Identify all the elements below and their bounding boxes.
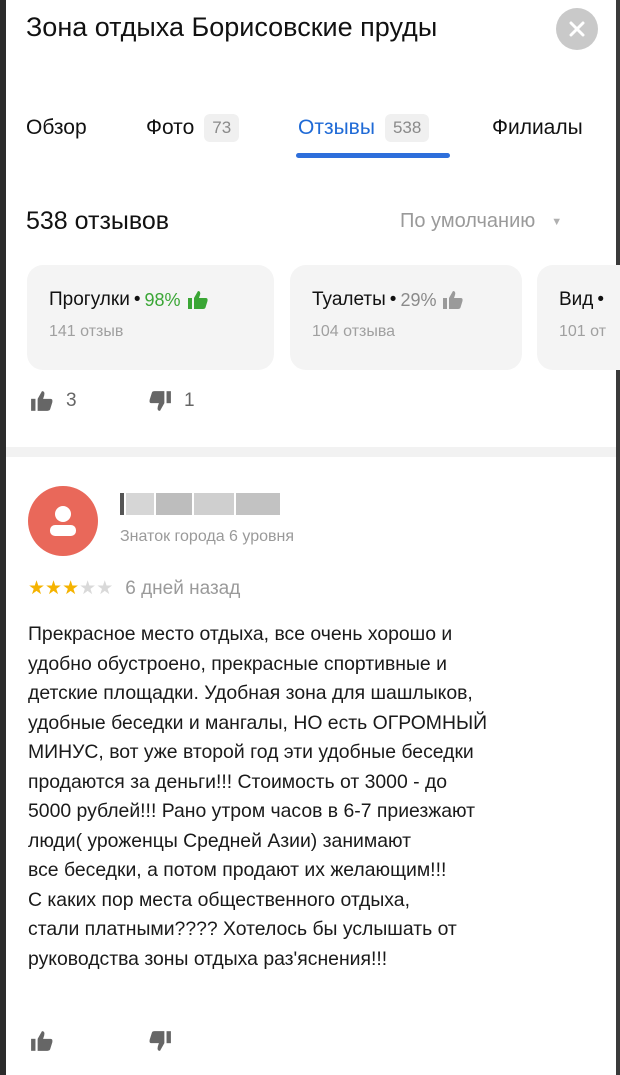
user-icon (50, 506, 76, 536)
dislike-button[interactable]: 1 (148, 390, 195, 412)
review-text-line: продаются за деньги!!! Стоимость от 3000… (28, 770, 448, 793)
review-text-line: Прекрасное место отдыха, все очень хорош… (28, 623, 453, 645)
star-filled-icon: ★ (28, 578, 46, 599)
tab-label: Отзывы (298, 116, 375, 139)
close-button[interactable] (556, 8, 598, 50)
aspect-review-count: 104 отзыва (312, 323, 396, 340)
review-rating-row: ★ ★ ★ ★ ★ 6 дней назад (28, 578, 240, 600)
author-name-blurred[interactable] (120, 493, 280, 515)
aspect-percent: 98% (144, 289, 181, 310)
close-icon (569, 21, 585, 37)
review-text-line: 5000 рублей!!! Рано утром часов в 6-7 пр… (28, 800, 476, 822)
review-text-line: стали платными???? Хотелось бы услышать … (28, 918, 457, 940)
tab-count-badge: 538 (384, 114, 430, 142)
tab-reviews[interactable]: Отзывы 538 (298, 108, 430, 148)
like-count: 3 (66, 390, 77, 411)
review-text-line: руководства зоны отдыха раз'яснения!!! (28, 947, 388, 970)
reviews-count-heading: 538 отзывов (26, 207, 170, 235)
aspect-name: Прогулки (49, 289, 130, 310)
window-edge-right (616, 0, 620, 1075)
star-filled-icon: ★ (62, 578, 80, 599)
thumbs-up-icon (442, 290, 464, 310)
separator-dot: • (597, 289, 605, 310)
previous-review-votes: 3 1 (0, 390, 620, 420)
aspect-percent: 29% (400, 289, 437, 310)
review-divider (6, 447, 616, 457)
review-votes (0, 1030, 620, 1060)
aspect-review-count: 141 отзыв (49, 323, 124, 340)
tab-label: Филиалы (492, 116, 583, 139)
review-text-line: детские площадки. Удобная зона для шашлы… (28, 682, 473, 704)
tab-label: Фото (146, 116, 195, 139)
active-tab-indicator (296, 153, 450, 158)
tab-branches[interactable]: Филиалы (492, 108, 583, 148)
thumbs-up-icon (31, 1031, 53, 1051)
review-text-line: МИНУС, вот уже второй год эти удобные бе… (28, 741, 474, 763)
aspect-review-count: 101 от (559, 323, 607, 340)
aspect-name: Вид (559, 289, 594, 310)
like-button[interactable]: 3 (30, 390, 77, 412)
aspect-card-walks[interactable]: Прогулки • 98% 141 отзыв (27, 265, 274, 370)
thumbs-down-icon (149, 1031, 171, 1051)
review-text-line: люди( уроженцы Средней Азии) занимают (28, 829, 411, 852)
dislike-button[interactable] (148, 1030, 172, 1052)
star-filled-icon: ★ (45, 578, 63, 599)
sort-label: По умолчанию (400, 210, 536, 232)
avatar[interactable] (28, 486, 98, 556)
review-text: Прекрасное место отдыха, все очень хорош… (28, 620, 613, 974)
review-date: 6 дней назад (125, 578, 241, 599)
separator-dot: • (389, 289, 397, 310)
star-empty-icon: ★ (79, 578, 97, 599)
thumbs-up-icon (187, 290, 209, 310)
page-title: Зона отдыха Борисовские пруды (26, 12, 438, 42)
aspect-card-toilets[interactable]: Туалеты • 29% 104 отзыва (290, 265, 522, 370)
review-text-line: С каких пор места общественного отдыха, (28, 888, 410, 911)
tab-count-badge: 73 (204, 114, 240, 142)
author-level: Знаток города 6 уровня (120, 528, 295, 545)
chevron-down-icon: ▼ (551, 215, 563, 228)
sort-dropdown[interactable]: По умолчанию ▼ (400, 210, 562, 233)
aspect-card-view[interactable]: Вид • 101 от (537, 265, 620, 370)
star-rating: ★ ★ ★ ★ ★ (28, 579, 113, 599)
tab-bar: Обзор Фото 73 Отзывы 538 Филиалы (0, 108, 620, 160)
tab-label: Обзор (26, 116, 87, 139)
separator-dot: • (133, 289, 141, 310)
thumbs-down-icon (149, 391, 171, 411)
aspect-carousel[interactable]: Прогулки • 98% 141 отзыв Туалеты • 29% 1… (0, 265, 620, 370)
review-text-line: все беседки, а потом продают их желающим… (28, 859, 447, 881)
star-empty-icon: ★ (96, 578, 114, 599)
thumbs-up-icon (31, 391, 53, 411)
window-edge-left (0, 0, 6, 1075)
tab-photos[interactable]: Фото 73 (146, 108, 240, 148)
aspect-name: Туалеты (312, 289, 386, 310)
tab-overview[interactable]: Обзор (26, 108, 87, 148)
like-button[interactable] (30, 1030, 54, 1052)
review-text-line: удобные беседки и мангалы, НО есть ОГРОМ… (28, 711, 488, 734)
review-text-line: удобно обустроено, прекрасные спортивные… (28, 652, 447, 675)
dislike-count: 1 (184, 390, 195, 411)
